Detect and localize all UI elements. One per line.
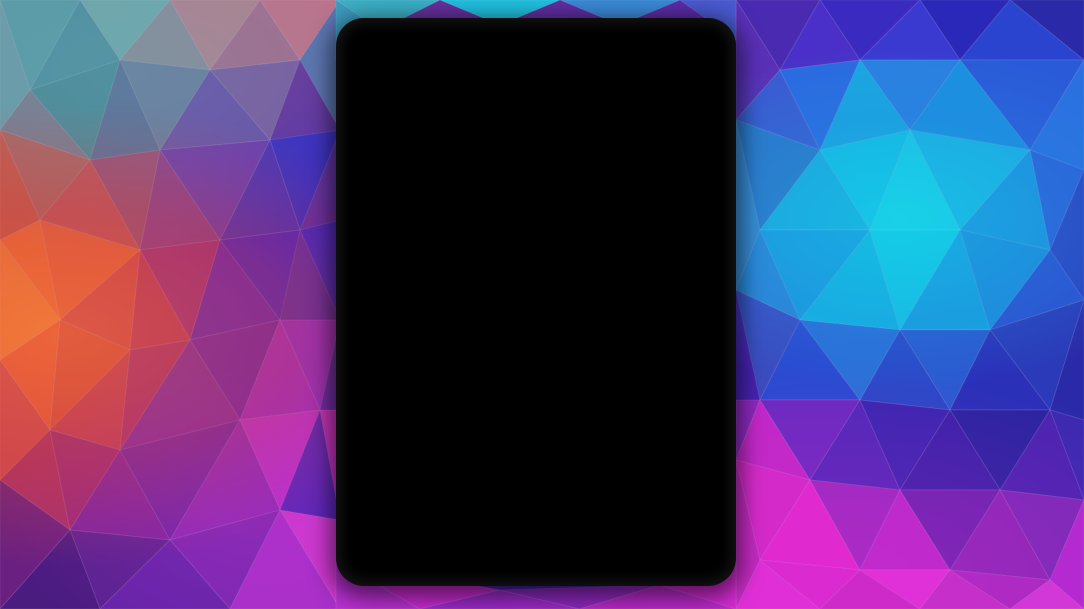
desktop-stage	[0, 0, 1084, 609]
device-screen[interactable]	[336, 18, 736, 586]
